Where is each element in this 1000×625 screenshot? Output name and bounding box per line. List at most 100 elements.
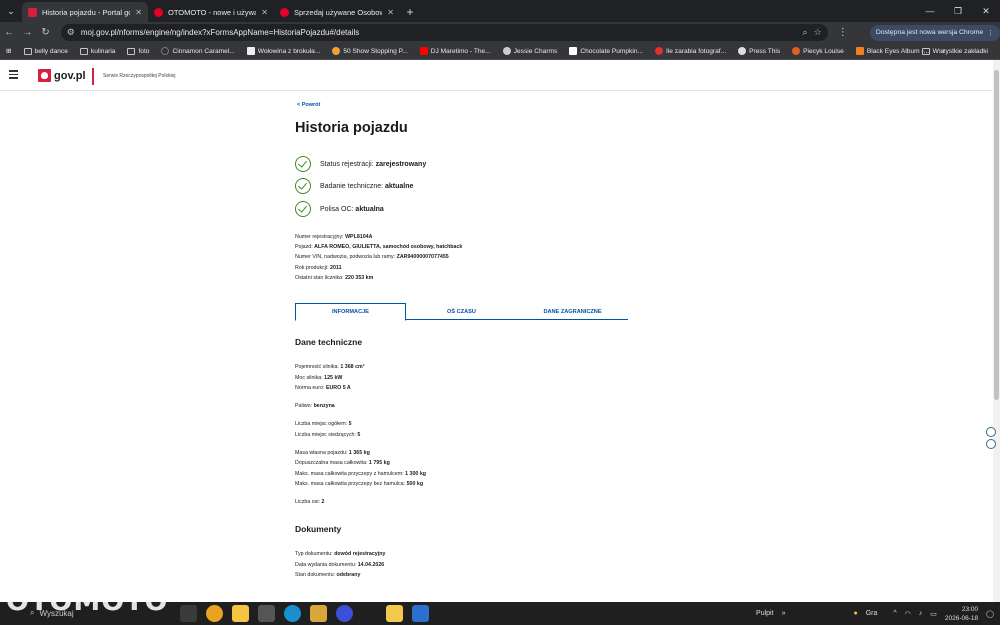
wifi-icon[interactable]: ◠ bbox=[905, 610, 911, 618]
clock-time: 23:00 bbox=[961, 605, 979, 613]
bookmark-folder[interactable]: foto bbox=[121, 47, 155, 55]
app-icon[interactable] bbox=[310, 605, 327, 622]
weather-icon[interactable]: ● bbox=[853, 610, 857, 617]
bookmark-folder[interactable]: belly dance bbox=[18, 47, 74, 55]
tab-os-czasu[interactable]: OŚ CZASU bbox=[406, 303, 517, 320]
page-scrollbar[interactable] bbox=[993, 60, 1000, 602]
info-label: Pojazd: bbox=[295, 244, 313, 250]
reload-icon[interactable]: ↻ bbox=[37, 27, 55, 38]
logo-subtitle: Serwis Rzeczypospolitej Polskiej bbox=[103, 73, 176, 79]
site-favicon-icon bbox=[569, 47, 578, 55]
doc-row: Data wydania dokumentu: 14.04.2026 bbox=[295, 562, 384, 568]
tech-value: benzyna bbox=[313, 403, 335, 409]
page-title: Historia pojazdu bbox=[295, 120, 408, 136]
battery-icon[interactable]: ▭ bbox=[930, 610, 937, 618]
all-bookmarks-folder[interactable]: Wszystkie zakładki bbox=[916, 43, 994, 60]
bookmark-item[interactable]: Wołowina z brokuła... bbox=[241, 47, 327, 55]
bookmark-label: Cinnamon Caramel... bbox=[172, 47, 235, 55]
tab-informacje[interactable]: INFORMACJE bbox=[295, 303, 406, 321]
bookmark-item[interactable]: Chocolate Pumpkin... bbox=[563, 47, 649, 55]
tech-value: EURO 5 A bbox=[325, 385, 351, 391]
clock[interactable]: 23:00 2026-06-18 bbox=[945, 605, 978, 623]
check-circle-icon bbox=[295, 201, 311, 217]
bookmark-label: 50 Show Stopping P... bbox=[343, 47, 408, 55]
globe-icon bbox=[502, 47, 511, 55]
hamburger-menu-icon[interactable] bbox=[9, 70, 18, 81]
site-favicon-icon bbox=[161, 47, 170, 55]
accessibility-widget-icon[interactable] bbox=[986, 439, 996, 449]
gov-logo[interactable]: gov.pl bbox=[38, 69, 86, 82]
task-view-icon[interactable] bbox=[180, 605, 197, 622]
taskbar-search[interactable]: ⌕ Wyszukaj bbox=[30, 608, 74, 618]
tech-value: 2 bbox=[321, 499, 325, 505]
tech-label: Masa własna pojazdu: bbox=[295, 450, 348, 456]
back-link[interactable]: < Powrót bbox=[297, 102, 320, 108]
app-icon[interactable] bbox=[412, 605, 429, 622]
bookmark-item[interactable]: Ile zarabia fotograf... bbox=[649, 47, 732, 55]
taskbar-apps bbox=[180, 605, 429, 622]
volume-icon[interactable]: ♪ bbox=[919, 610, 923, 617]
bookmark-item[interactable]: 50 Show Stopping P... bbox=[326, 47, 413, 55]
notifications-icon[interactable]: ◯ bbox=[986, 610, 994, 618]
chrome-icon[interactable] bbox=[206, 605, 223, 622]
file-explorer-icon[interactable] bbox=[386, 605, 403, 622]
bookmark-item[interactable]: Cinnamon Caramel... bbox=[155, 47, 240, 55]
tab-title: Sprzedaj używane Osobowe | O bbox=[294, 7, 383, 17]
close-tab-icon[interactable]: ✕ bbox=[135, 8, 142, 17]
site-info-icon[interactable]: ⚙ bbox=[67, 27, 75, 38]
chevron-icon[interactable]: » bbox=[782, 610, 786, 617]
bookmark-label: kulinaria bbox=[90, 47, 116, 55]
new-tab-icon[interactable]: + bbox=[400, 2, 420, 22]
logo-divider bbox=[92, 68, 94, 85]
back-arrow-icon[interactable]: ← bbox=[0, 27, 18, 38]
bookmark-item[interactable]: DJ Maretimo - The... bbox=[414, 47, 497, 55]
info-label: Rok produkcji: bbox=[295, 265, 329, 271]
scrollbar-thumb[interactable] bbox=[994, 70, 999, 400]
browser-tab[interactable]: OTOMOTO - nowe i używane sa ✕ bbox=[148, 2, 274, 22]
zoom-icon[interactable]: ⌕ bbox=[803, 27, 808, 38]
close-window-icon[interactable]: ✕ bbox=[972, 0, 1000, 22]
close-tab-icon[interactable]: ✕ bbox=[261, 8, 268, 17]
bookmark-item[interactable]: Jessie Charms bbox=[497, 47, 564, 55]
extensions-icon[interactable]: ⋮ bbox=[834, 27, 852, 38]
doc-row: Typ dokumentu: dowód rejestracyjny bbox=[295, 551, 385, 557]
settings-icon[interactable] bbox=[258, 605, 275, 622]
chrome-update-button[interactable]: Dostępna jest nowa wersja Chrome ⋮ bbox=[869, 24, 1000, 41]
bookmark-label: Ile zarabia fotograf... bbox=[666, 47, 727, 55]
address-bar[interactable]: ⚙ moj.gov.pl/nforms/engine/ng/index?xFor… bbox=[60, 24, 828, 41]
close-tab-icon[interactable]: ✕ bbox=[387, 8, 394, 17]
info-value: 2011 bbox=[330, 265, 342, 271]
check-circle-icon bbox=[295, 156, 311, 172]
apps-grid-icon[interactable]: ⊞ bbox=[0, 47, 18, 55]
tech-label: Moc silnika: bbox=[295, 375, 323, 381]
system-tray: Pulpit » ● Gra ^ ◠ ♪ ▭ 23:00 2026-06-18 … bbox=[756, 602, 994, 625]
menu-dots-icon: ⋮ bbox=[987, 29, 994, 37]
bookmark-star-icon[interactable]: ☆ bbox=[814, 27, 822, 38]
browser-tab-active[interactable]: Historia pojazdu - Portal gov.pl ✕ bbox=[22, 2, 148, 22]
doc-label: Stan dokumentu: bbox=[295, 572, 336, 578]
vehicle-info-row: Numer VIN, nadwozia, podwozia lub ramy: … bbox=[295, 254, 449, 260]
bookmark-folder[interactable]: kulinaria bbox=[74, 47, 122, 55]
forward-arrow-icon[interactable]: → bbox=[18, 27, 36, 38]
app-icon[interactable] bbox=[336, 605, 353, 622]
tab-title: Historia pojazdu - Portal gov.pl bbox=[42, 7, 130, 17]
tech-label: Maks. masa całkowita przyczepy z hamulce… bbox=[295, 471, 404, 477]
folder-icon bbox=[79, 47, 88, 55]
status-label: Status rejestracji: bbox=[320, 160, 374, 168]
close-widget-icon[interactable] bbox=[986, 427, 996, 437]
vehicle-info-row: Rok produkcji: 2011 bbox=[295, 265, 342, 271]
bookmark-item[interactable]: Press This bbox=[732, 47, 786, 55]
bookmark-item[interactable]: Piecyk Louise bbox=[786, 47, 850, 55]
tech-value: 5 bbox=[357, 432, 361, 438]
tab-search-icon[interactable]: ⌄ bbox=[0, 0, 22, 22]
store-icon[interactable] bbox=[232, 605, 249, 622]
maximize-icon[interactable]: ❐ bbox=[944, 0, 972, 22]
browser-tab[interactable]: Sprzedaj używane Osobowe | O ✕ bbox=[274, 2, 400, 22]
tray-overflow-icon[interactable]: ^ bbox=[893, 610, 896, 617]
desktop-label[interactable]: Pulpit bbox=[756, 610, 774, 617]
tab-dane-zagraniczne[interactable]: DANE ZAGRANICZNE bbox=[517, 303, 628, 320]
bookmark-label: Press This bbox=[749, 47, 781, 55]
minimize-icon[interactable]: — bbox=[916, 0, 944, 22]
weather-label: Gra bbox=[865, 610, 878, 617]
edge-icon[interactable] bbox=[284, 605, 301, 622]
